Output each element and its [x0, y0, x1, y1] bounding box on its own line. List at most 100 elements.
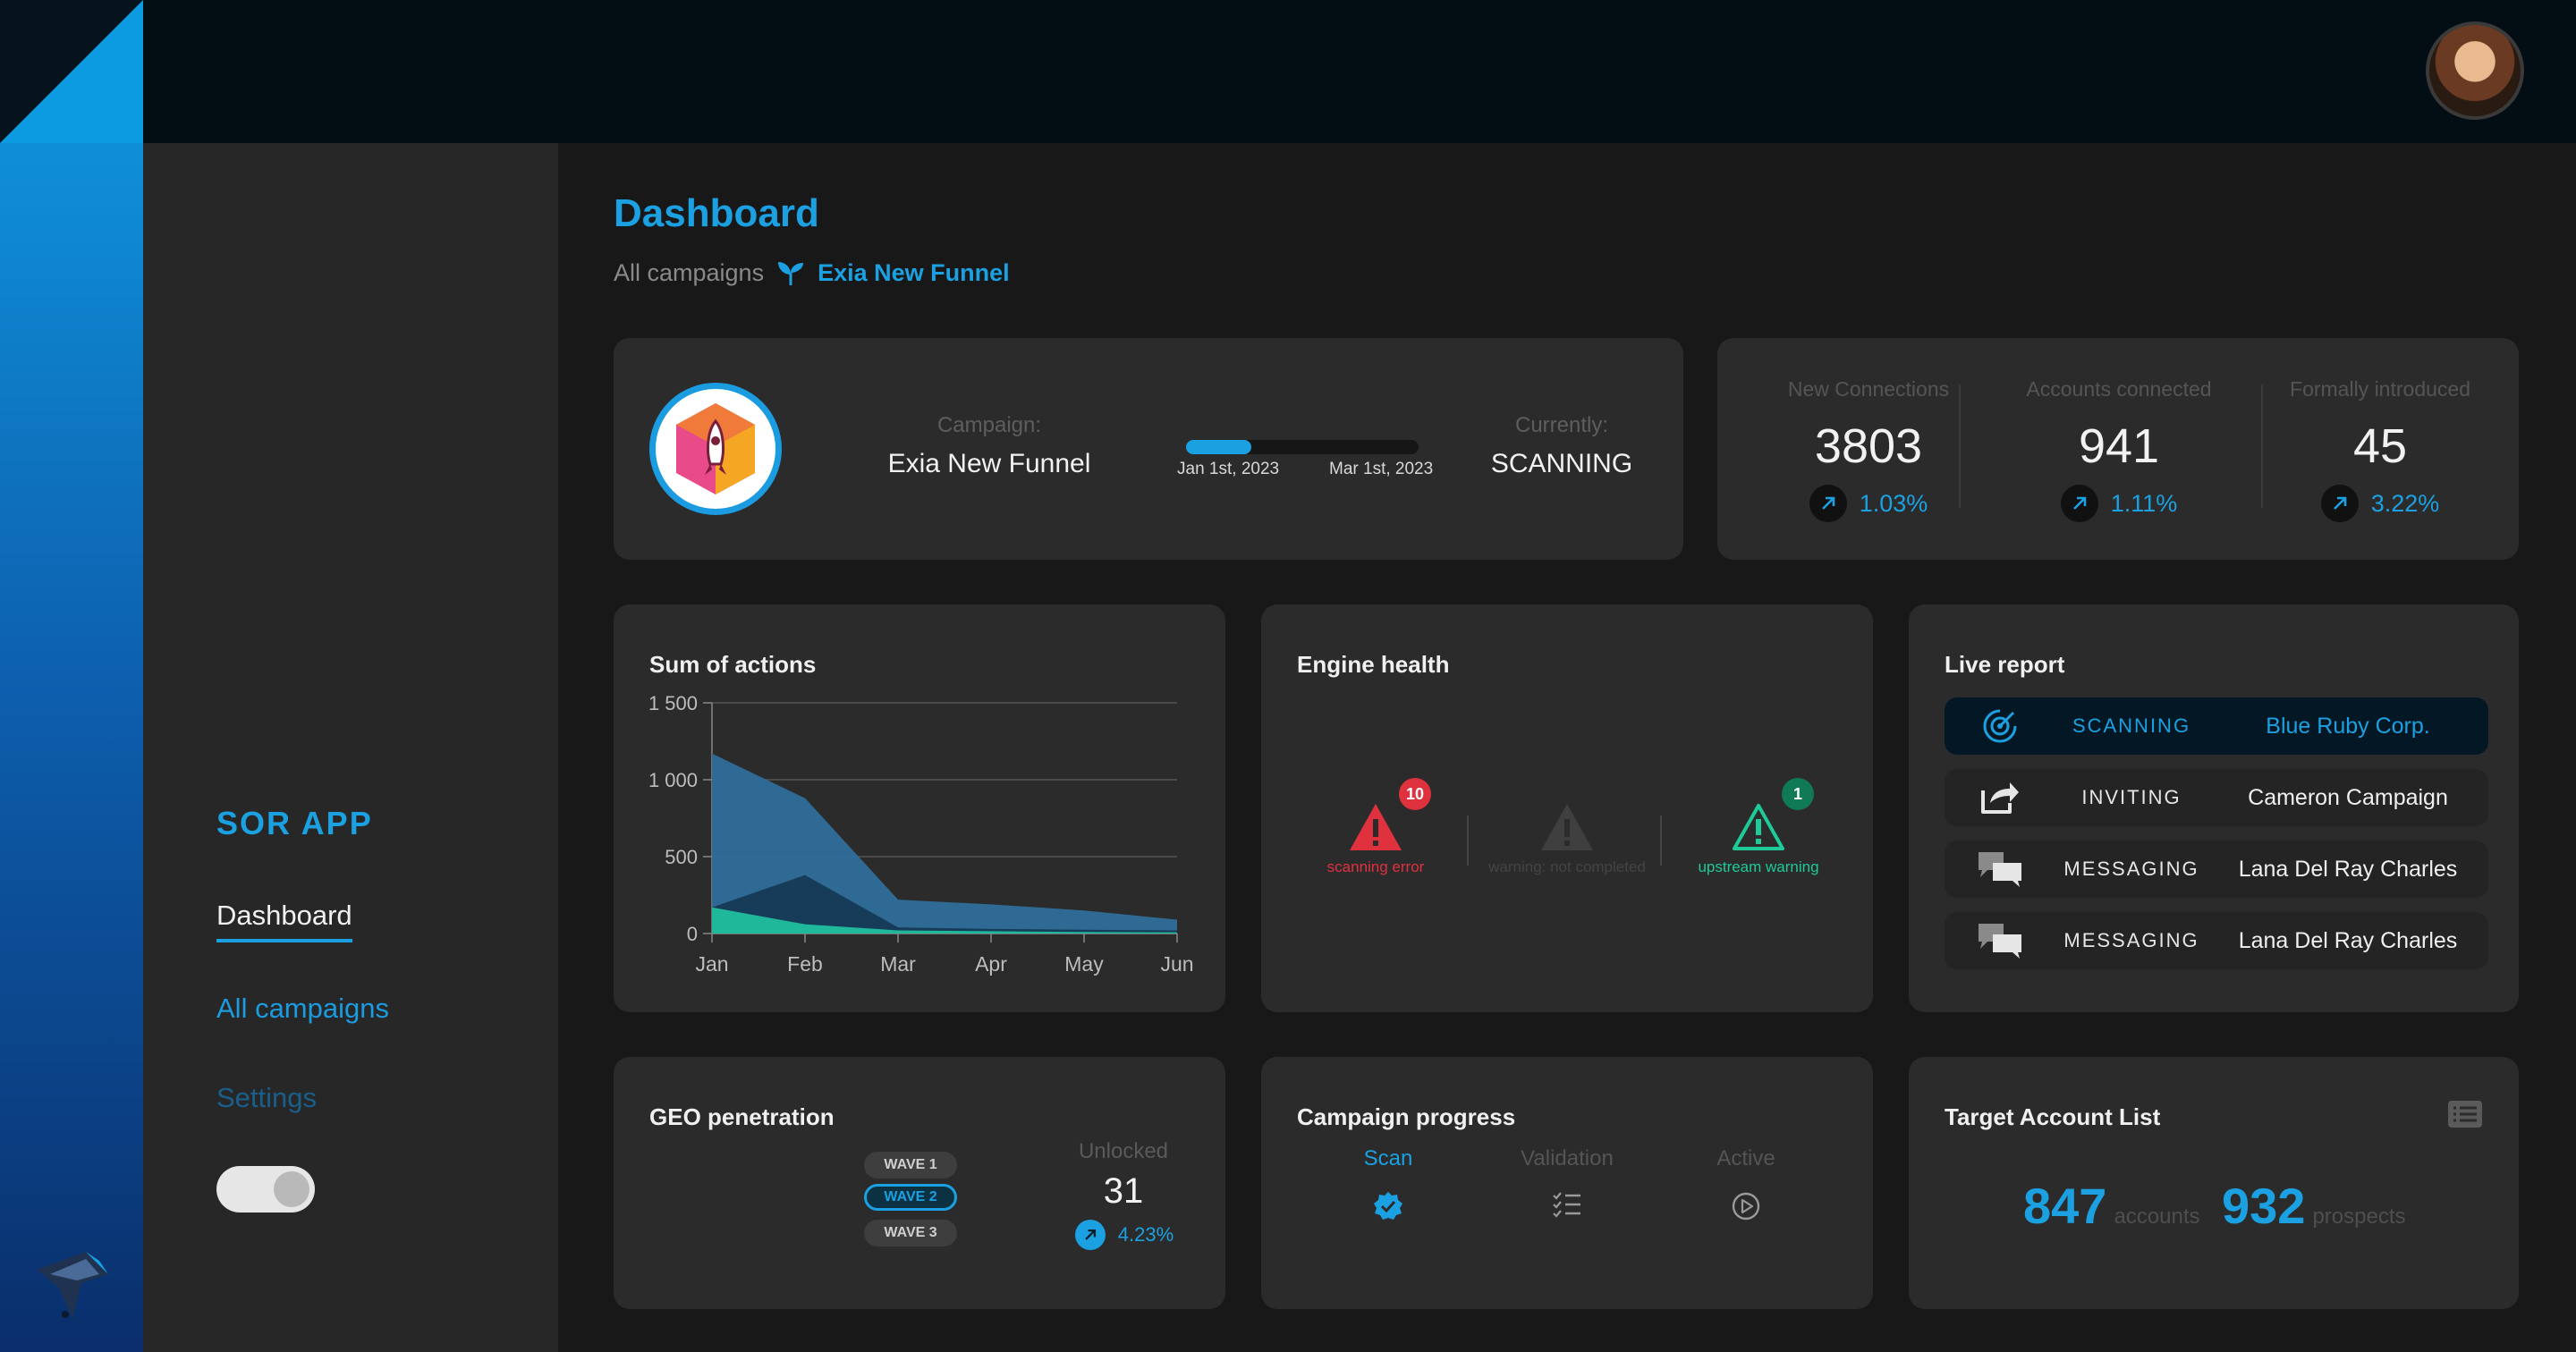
stat-trend-value: 1.03%	[1859, 489, 1928, 517]
chat-icon	[1979, 852, 2021, 887]
campaign-label: Campaign:	[936, 413, 1042, 437]
live-report-row[interactable]: MESSAGING Lana Del Ray Charles	[1945, 841, 2488, 898]
step-scan[interactable]: Scan	[1299, 1146, 1478, 1221]
campaign-progress-fill	[1186, 440, 1251, 454]
chart-xtick-label: Mar	[880, 952, 916, 976]
live-report-status: MESSAGING	[2063, 929, 2199, 951]
campaign-name: Exia New Funnel	[887, 449, 1091, 478]
stat-label: Accounts connected	[2026, 377, 2212, 401]
live-report-name: Lana Del Ray Charles	[2238, 856, 2458, 882]
card-title: Target Account List	[1945, 1103, 2161, 1130]
target-account-list-card: Target Account List 847 accounts 932 pro…	[1909, 1057, 2519, 1309]
breadcrumb-current-campaign[interactable]: Exia New Funnel	[818, 259, 1010, 287]
wave-2-pill[interactable]: WAVE 2	[864, 1184, 957, 1211]
accounts-count: 847	[2023, 1178, 2107, 1234]
live-report-name: Blue Ruby Corp.	[2266, 713, 2430, 739]
stat-formally-introduced: Formally introduced 45 3.22%	[2241, 338, 2519, 560]
prospects-count: 932	[2222, 1178, 2306, 1234]
sum-of-actions-card: Sum of actions 0 500 1 000 1 500 Jan Feb Mar Ap…	[614, 604, 1225, 1012]
toggle-knob	[274, 1171, 309, 1207]
unlocked-label: Unlocked	[1078, 1139, 1169, 1163]
card-title: Campaign progress	[1297, 1103, 1516, 1130]
theme-toggle[interactable]	[216, 1166, 315, 1213]
corner-logo	[0, 0, 143, 143]
live-report-row[interactable]: INVITING Cameron Campaign	[1945, 769, 2488, 826]
trend-up-icon	[2320, 485, 2359, 522]
engine-health-card: Engine health 10 scanning error warning:…	[1261, 604, 1873, 1012]
chart-ytick-label: 1 500	[648, 692, 698, 714]
breadcrumb-all-campaigns[interactable]: All campaigns	[614, 259, 764, 287]
accounts-metric: 847 accounts	[2023, 1177, 2200, 1235]
warning-count-badge: 1	[1782, 778, 1814, 810]
page-title: Dashboard	[614, 191, 819, 235]
sidebar: SOR APP Dashboard All campaigns Settings	[143, 143, 558, 1352]
list-icon[interactable]	[2447, 1100, 2483, 1128]
verified-badge-icon	[1374, 1192, 1402, 1220]
campaign-progress-card: Campaign progress Scan Validation Active	[1261, 1057, 1873, 1309]
chart-xtick-label: Apr	[975, 952, 1007, 976]
campaign-progress-bar	[1186, 440, 1419, 454]
unlocked-trend-value: 4.23%	[1117, 1223, 1174, 1246]
live-report-status: SCANNING	[2072, 714, 2191, 737]
card-title: Live report	[1945, 651, 2065, 678]
warning-triangle-icon	[1350, 804, 1402, 850]
engine-item-upstream-warning[interactable]: 1 upstream warning	[1669, 778, 1848, 875]
accounts-label: accounts	[2114, 1204, 2200, 1229]
status-label: Currently:	[1514, 413, 1609, 437]
top-bar	[0, 0, 2576, 143]
engine-item-scanning-error[interactable]: 10 scanning error	[1286, 778, 1465, 875]
card-title: Engine health	[1297, 651, 1450, 678]
wave-1-pill[interactable]: WAVE 1	[864, 1152, 957, 1179]
chart-xtick-label: Feb	[787, 952, 823, 976]
wave-3-pill[interactable]: WAVE 3	[864, 1220, 957, 1246]
unlocked-trend: 4.23%	[1048, 1220, 1200, 1250]
chart-xtick-label: Jun	[1160, 952, 1193, 976]
live-report-card: Live report SCANNING Blue Ruby Corp. INV…	[1909, 604, 2519, 1012]
trend-up-icon	[1074, 1220, 1106, 1250]
sidebar-item-dashboard[interactable]: Dashboard	[216, 900, 352, 942]
spaceship-icon	[37, 1252, 108, 1319]
stat-trend: 3.22%	[2241, 485, 2519, 522]
step-label: Active	[1716, 1146, 1775, 1170]
live-report-name: Cameron Campaign	[2248, 784, 2448, 810]
user-avatar[interactable]	[2426, 21, 2524, 120]
live-report-row[interactable]: MESSAGING Lana Del Ray Charles	[1945, 912, 2488, 969]
stat-trend: 1.11%	[1968, 485, 2270, 522]
chat-icon	[1979, 924, 2021, 959]
stat-trend-value: 1.11%	[2110, 489, 2178, 517]
live-report-row[interactable]: SCANNING Blue Ruby Corp.	[1945, 697, 2488, 755]
error-count-badge: 10	[1399, 778, 1431, 810]
left-accent-strip	[0, 143, 143, 1352]
warning-triangle-icon	[1541, 804, 1593, 850]
stat-accounts-connected: Accounts connected 941 1.11%	[1968, 338, 2270, 560]
start-date: Jan 1st, 2023	[1177, 460, 1280, 478]
step-validation[interactable]: Validation	[1478, 1146, 1657, 1218]
geo-penetration-card: GEO penetration WAVE 1 WAVE 2 WAVE 3 Unl…	[614, 1057, 1225, 1309]
prospects-label: prospects	[2312, 1204, 2406, 1229]
share-icon	[1981, 782, 2019, 814]
stat-trend-value: 3.22%	[2370, 489, 2440, 517]
step-active[interactable]: Active	[1657, 1146, 1835, 1221]
live-report-name: Lana Del Ray Charles	[2238, 927, 2458, 953]
chart-xtick-label: May	[1064, 952, 1104, 976]
engine-item-label: scanning error	[1326, 858, 1425, 875]
radar-icon	[1983, 709, 2017, 743]
stat-label: Formally introduced	[2290, 377, 2470, 401]
engine-item-warning[interactable]: warning: not completed	[1478, 801, 1657, 875]
chart-ytick-label: 1 000	[648, 769, 698, 791]
app-title: SOR APP	[216, 805, 373, 841]
card-title: GEO penetration	[649, 1103, 835, 1130]
engine-separator	[1467, 815, 1469, 866]
live-report-status: MESSAGING	[2063, 858, 2199, 880]
campaign-status: SCANNING	[1490, 449, 1633, 478]
trend-up-icon	[1809, 485, 1847, 522]
stat-divider	[1959, 384, 1961, 508]
step-label: Scan	[1363, 1146, 1413, 1170]
engine-item-label: upstream warning	[1698, 858, 1819, 875]
stat-value: 941	[2078, 419, 2160, 473]
end-date: Mar 1st, 2023	[1329, 460, 1434, 478]
sidebar-item-all-campaigns[interactable]: All campaigns	[216, 993, 389, 1025]
sidebar-item-settings[interactable]: Settings	[216, 1082, 317, 1114]
rocket-hexagon-icon	[676, 403, 755, 494]
breadcrumb: All campaigns Exia New Funnel	[614, 259, 1010, 287]
